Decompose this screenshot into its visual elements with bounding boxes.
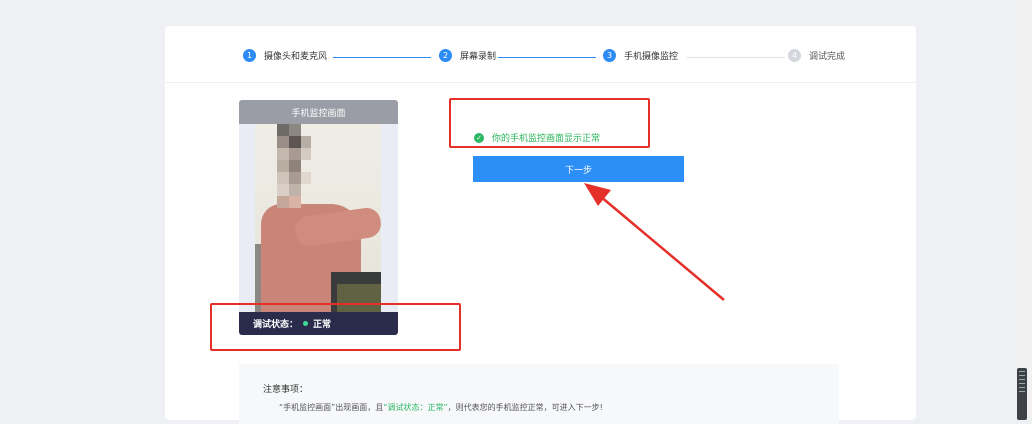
step-screen-record: 2 屏幕录制: [439, 49, 496, 62]
step-connector: [333, 57, 431, 58]
camera-feed-image: [255, 124, 381, 312]
notice-desc-prefix: “手机监控画面”出现画面，且: [279, 403, 384, 412]
phone-camera-preview: 手机监控画面 调试状态： 正常: [239, 100, 398, 335]
step-label: 屏幕录制: [460, 52, 497, 62]
step-label: 摄像头和麦克风: [264, 52, 328, 62]
step-number: 3: [603, 49, 616, 62]
step-camera-mic: 1 摄像头和麦克风: [243, 49, 327, 62]
step-number: 4: [788, 49, 801, 62]
step-connector: [498, 57, 596, 58]
stepper: 1 摄像头和麦克风 2 屏幕录制 3 手机摄像监控 4 调试完成: [165, 26, 916, 83]
camera-title: 手机监控画面: [239, 100, 398, 124]
annotation-box-status: [210, 303, 461, 351]
step-complete: 4 调试完成: [788, 49, 845, 62]
step-label: 调试完成: [809, 52, 846, 62]
notice-panel: 注意事项： “手机监控画面”出现画面，且“调试状态：正常”，则代表您的手机监控正…: [239, 364, 839, 424]
next-step-button[interactable]: 下一步: [473, 156, 684, 182]
notice-title: 注意事项：: [263, 385, 309, 395]
page-scrollbar[interactable]: [1017, 0, 1032, 420]
step-number: 2: [439, 49, 452, 62]
setup-card: 1 摄像头和麦克风 2 屏幕录制 3 手机摄像监控 4 调试完成 手机监控画面: [165, 26, 916, 424]
scrollbar-thumb[interactable]: [1017, 368, 1027, 420]
notice-desc-suffix: ，则代表您的手机监控正常，可进入下一步!: [447, 403, 603, 412]
step-label: 手机摄像监控: [624, 52, 679, 62]
notice-description: “手机监控画面”出现画面，且“调试状态：正常”，则代表您的手机监控正常，可进入下…: [279, 402, 603, 413]
annotation-box-message: [449, 98, 650, 148]
step-number: 1: [243, 49, 256, 62]
notice-desc-highlight: “调试状态：正常”: [383, 403, 448, 412]
pixelated-face: [277, 124, 311, 208]
step-connector: [687, 57, 785, 58]
step-phone-monitor: 3 手机摄像监控: [603, 49, 678, 62]
